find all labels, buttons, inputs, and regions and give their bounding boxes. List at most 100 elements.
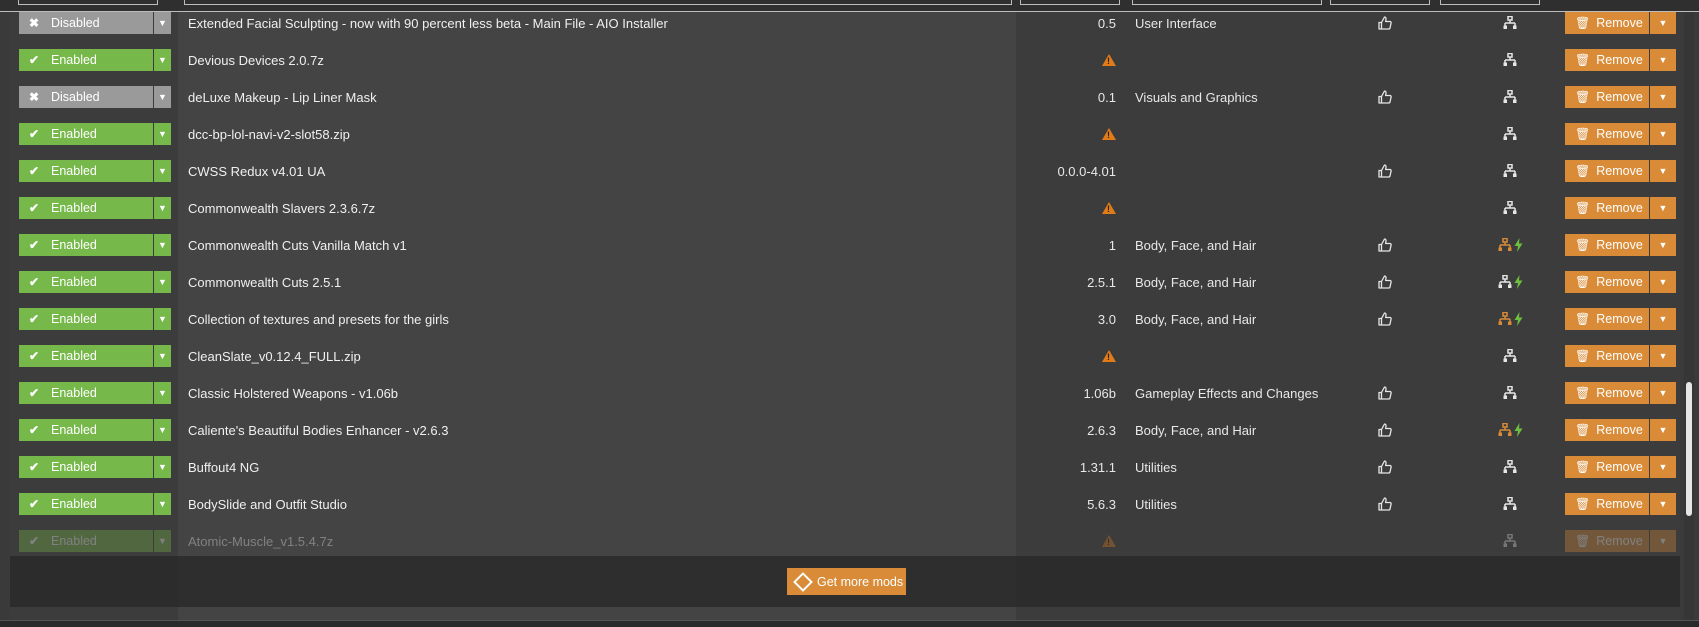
status-dropdown-button[interactable]: ▼ (154, 160, 171, 182)
status-dropdown-button[interactable]: ▼ (154, 382, 171, 404)
status-dropdown-button[interactable]: ▼ (154, 308, 171, 330)
mod-row[interactable]: ✔ Enabled ▼ dcc-bp-lol-navi-v2-slot58.zi… (10, 114, 1680, 154)
thumbs-up-icon[interactable] (1378, 460, 1392, 474)
scrollbar-thumb[interactable] (1686, 382, 1692, 516)
status-toggle-button[interactable]: ✔ Enabled (19, 308, 153, 330)
remove-dropdown-button[interactable]: ▼ (1650, 271, 1676, 293)
thumbs-up-icon[interactable] (1378, 164, 1392, 178)
thumbs-up-icon[interactable] (1378, 90, 1392, 104)
mod-row[interactable]: ✔ Enabled ▼ Commonwealth Slavers 2.3.6.7… (10, 188, 1680, 228)
mod-row[interactable]: ✔ Enabled ▼ Commonwealth Cuts 2.5.1 2.5.… (10, 262, 1680, 302)
status-toggle-button[interactable]: ✔ Enabled (19, 345, 153, 367)
remove-button[interactable]: 🗑 Remove (1565, 493, 1649, 515)
status-toggle-button[interactable]: ✔ Enabled (19, 493, 153, 515)
header-col-version[interactable] (1020, 0, 1120, 5)
dependency-tree-icon[interactable] (1503, 164, 1517, 178)
status-toggle-button[interactable]: ✔ Enabled (19, 456, 153, 478)
status-toggle-button[interactable]: ✖ Disabled (19, 12, 153, 34)
remove-button[interactable]: 🗑 Remove (1565, 197, 1649, 219)
mod-row[interactable]: ✔ Enabled ▼ Collection of textures and p… (10, 299, 1680, 339)
warning-icon[interactable] (1102, 350, 1116, 362)
get-more-mods-button[interactable]: Get more mods (787, 568, 906, 595)
status-toggle-button[interactable]: ✔ Enabled (19, 382, 153, 404)
mod-row[interactable]: ✔ Enabled ▼ Caliente's Beautiful Bodies … (10, 410, 1680, 450)
thumbs-up-icon[interactable] (1378, 423, 1392, 437)
mod-row[interactable]: ✔ Enabled ▼ CWSS Redux v4.01 UA 0.0.0-4.… (10, 151, 1680, 191)
dependency-tree-icon[interactable] (1503, 460, 1517, 474)
warning-icon[interactable] (1102, 54, 1116, 66)
remove-dropdown-button[interactable]: ▼ (1650, 12, 1676, 34)
status-toggle-button[interactable]: ✔ Enabled (19, 197, 153, 219)
remove-button[interactable]: 🗑 Remove (1565, 160, 1649, 182)
warning-icon[interactable] (1102, 202, 1116, 214)
remove-dropdown-button[interactable]: ▼ (1650, 197, 1676, 219)
status-toggle-button[interactable]: ✖ Disabled (19, 86, 153, 108)
mod-row[interactable]: ✔ Enabled ▼ Buffout4 NG 1.31.1 Utilities… (10, 447, 1680, 487)
remove-button[interactable]: 🗑 Remove (1565, 345, 1649, 367)
remove-button[interactable]: 🗑 Remove (1565, 308, 1649, 330)
dependency-tree-icon[interactable] (1503, 497, 1517, 511)
header-col-name[interactable] (184, 0, 1012, 5)
dependency-tree-icon[interactable] (1503, 201, 1517, 215)
dependency-tree-icon[interactable] (1503, 534, 1517, 548)
status-dropdown-button[interactable]: ▼ (154, 49, 171, 71)
status-dropdown-button[interactable]: ▼ (154, 86, 171, 108)
remove-button[interactable]: 🗑 Remove (1565, 382, 1649, 404)
warning-icon[interactable] (1102, 128, 1116, 140)
scrollbar-track[interactable] (1684, 12, 1694, 620)
mod-row[interactable]: ✔ Enabled ▼ CleanSlate_v0.12.4_FULL.zip … (10, 336, 1680, 376)
warning-icon[interactable] (1102, 535, 1116, 547)
dependency-tree-icon[interactable] (1498, 423, 1512, 437)
status-dropdown-button[interactable]: ▼ (154, 234, 171, 256)
remove-dropdown-button[interactable]: ▼ (1650, 49, 1676, 71)
remove-dropdown-button[interactable]: ▼ (1650, 419, 1676, 441)
remove-button[interactable]: 🗑 Remove (1565, 86, 1649, 108)
mod-row[interactable]: ✖ Disabled ▼ Extended Facial Sculpting -… (10, 12, 1680, 43)
remove-button[interactable]: 🗑 Remove (1565, 123, 1649, 145)
status-dropdown-button[interactable]: ▼ (154, 493, 171, 515)
remove-dropdown-button[interactable]: ▼ (1650, 456, 1676, 478)
status-toggle-button[interactable]: ✔ Enabled (19, 419, 153, 441)
status-dropdown-button[interactable]: ▼ (154, 12, 171, 34)
mod-row[interactable]: ✔ Enabled ▼ BodySlide and Outfit Studio … (10, 484, 1680, 524)
header-col-status[interactable] (18, 0, 158, 5)
status-toggle-button[interactable]: ✔ Enabled (19, 234, 153, 256)
status-dropdown-button[interactable]: ▼ (154, 456, 171, 478)
mod-row[interactable]: ✔ Enabled ▼ Devious Devices 2.0.7z 🗑 Rem… (10, 40, 1680, 80)
remove-button[interactable]: 🗑 Remove (1565, 234, 1649, 256)
thumbs-up-icon[interactable] (1378, 312, 1392, 326)
status-dropdown-button[interactable]: ▼ (154, 123, 171, 145)
remove-button[interactable]: 🗑 Remove (1565, 530, 1649, 552)
thumbs-up-icon[interactable] (1378, 386, 1392, 400)
remove-button[interactable]: 🗑 Remove (1565, 419, 1649, 441)
remove-dropdown-button[interactable]: ▼ (1650, 234, 1676, 256)
remove-dropdown-button[interactable]: ▼ (1650, 530, 1676, 552)
remove-button[interactable]: 🗑 Remove (1565, 49, 1649, 71)
thumbs-up-icon[interactable] (1378, 275, 1392, 289)
remove-button[interactable]: 🗑 Remove (1565, 271, 1649, 293)
dependency-tree-icon[interactable] (1503, 349, 1517, 363)
status-dropdown-button[interactable]: ▼ (154, 197, 171, 219)
dependency-tree-icon[interactable] (1503, 53, 1517, 67)
remove-dropdown-button[interactable]: ▼ (1650, 123, 1676, 145)
status-toggle-button[interactable]: ✔ Enabled (19, 123, 153, 145)
status-dropdown-button[interactable]: ▼ (154, 271, 171, 293)
status-dropdown-button[interactable]: ▼ (154, 530, 171, 552)
remove-dropdown-button[interactable]: ▼ (1650, 345, 1676, 367)
header-col-deps[interactable] (1440, 0, 1540, 5)
mod-row[interactable]: ✔ Enabled ▼ Atomic-Muscle_v1.5.4.7z 🗑 Re… (10, 521, 1680, 561)
remove-dropdown-button[interactable]: ▼ (1650, 382, 1676, 404)
status-toggle-button[interactable]: ✔ Enabled (19, 271, 153, 293)
dependency-tree-icon[interactable] (1498, 275, 1512, 289)
dependency-tree-icon[interactable] (1498, 238, 1512, 252)
remove-button[interactable]: 🗑 Remove (1565, 456, 1649, 478)
status-dropdown-button[interactable]: ▼ (154, 419, 171, 441)
thumbs-up-icon[interactable] (1378, 238, 1392, 252)
dependency-tree-icon[interactable] (1503, 386, 1517, 400)
status-toggle-button[interactable]: ✔ Enabled (19, 530, 153, 552)
remove-dropdown-button[interactable]: ▼ (1650, 86, 1676, 108)
remove-dropdown-button[interactable]: ▼ (1650, 308, 1676, 330)
remove-button[interactable]: 🗑 Remove (1565, 12, 1649, 34)
dependency-tree-icon[interactable] (1503, 127, 1517, 141)
dependency-tree-icon[interactable] (1498, 312, 1512, 326)
